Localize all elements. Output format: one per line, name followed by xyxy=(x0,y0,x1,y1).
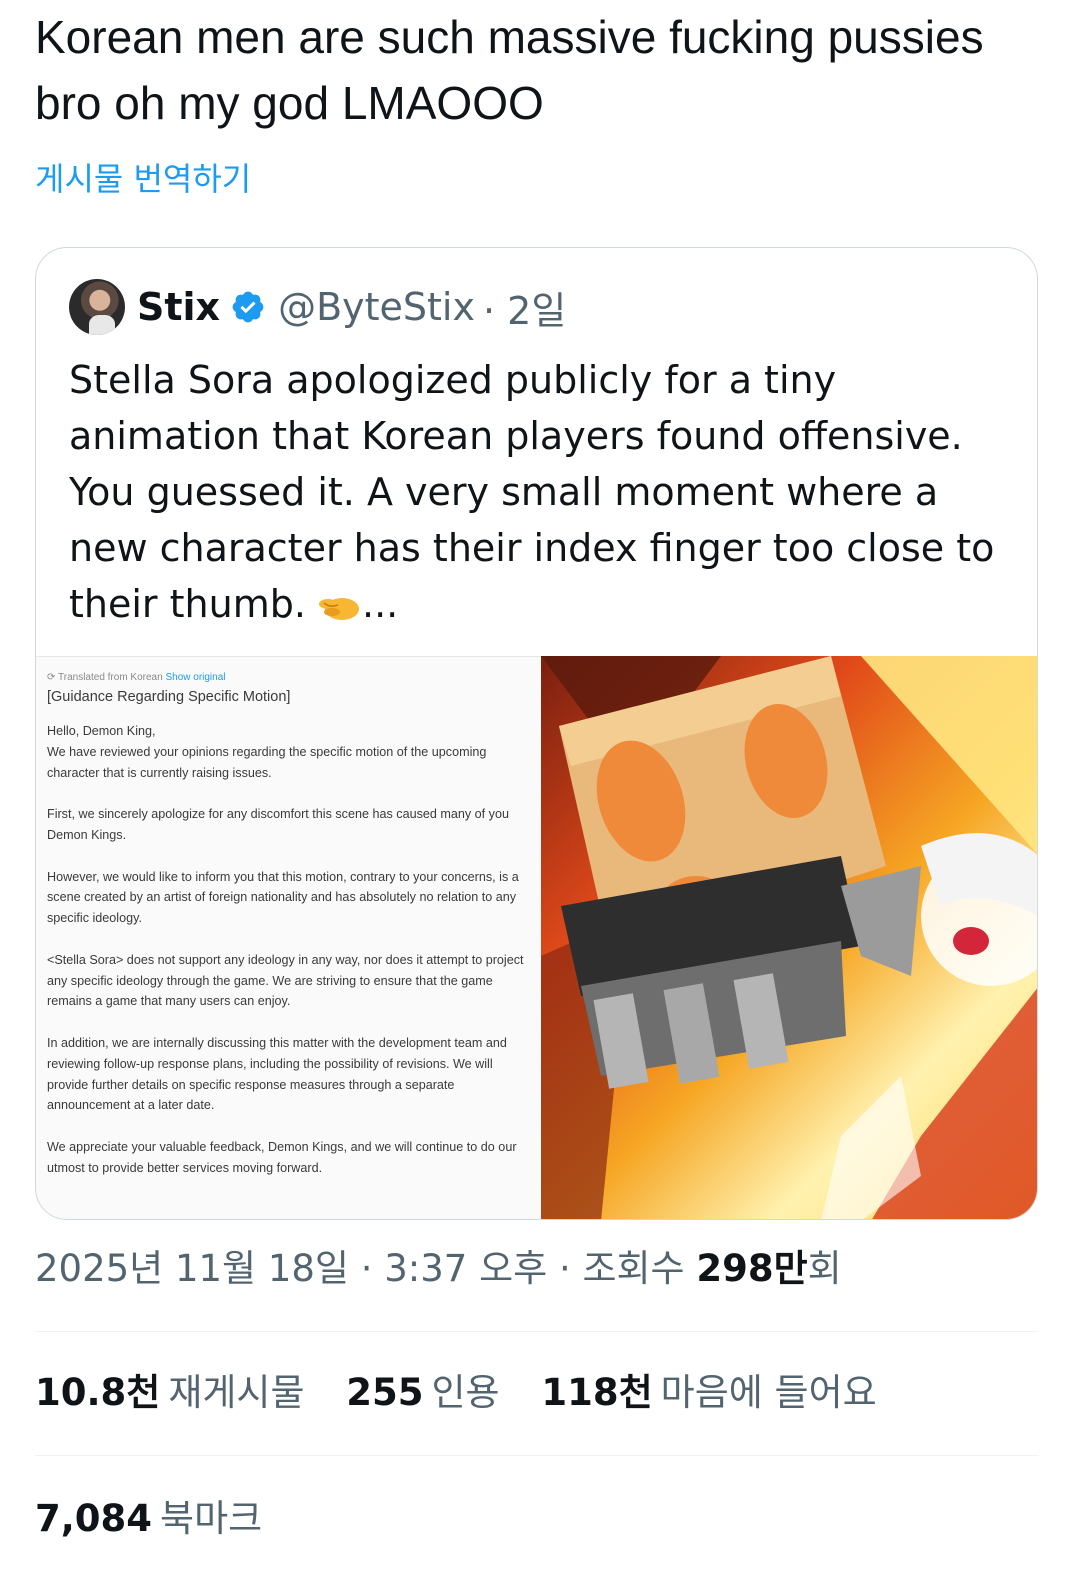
likes-stat[interactable]: 118천 마음에 들어요 xyxy=(541,1368,876,1418)
quoted-author-handle[interactable]: @ByteStix xyxy=(278,285,475,329)
quotes-label: 인용 xyxy=(431,1371,500,1414)
announcement-paragraph: Hello, Demon King, We have reviewed your… xyxy=(47,724,487,780)
verified-badge-icon xyxy=(232,291,264,323)
quoted-tweet-card[interactable]: Stix @ByteStix · 2일 Stella Sora apologiz… xyxy=(35,247,1038,1220)
announcement-paragraph: However, we would like to inform you tha… xyxy=(47,869,519,926)
announcement-screenshot[interactable]: ⟳ Translated from Korean Show original [… xyxy=(36,656,541,1219)
view-count: 298만 xyxy=(696,1247,808,1290)
show-original-link: Show original xyxy=(165,672,226,683)
tweet-text: Korean men are such massive fucking puss… xyxy=(35,11,984,129)
reposts-label: 재게시물 xyxy=(168,1371,305,1414)
quoted-tweet-time[interactable]: · 2일 xyxy=(483,280,566,335)
likes-count: 118천 xyxy=(541,1371,653,1414)
quoted-tweet-ellipsis: ... xyxy=(362,582,399,626)
bookmarks-stat[interactable]: 7,084 북마크 xyxy=(35,1494,262,1544)
announcement-paragraph: First, we sincerely apologize for any di… xyxy=(47,807,509,842)
tweet-meta: 2025년 11월 18일 · 3:37 오후 · 조회수 298만회 xyxy=(35,1244,842,1294)
translated-notice: ⟳ Translated from Korean Show original xyxy=(47,671,531,685)
announcement-title: [Guidance Regarding Specific Motion] xyxy=(47,689,291,705)
translate-post-link[interactable]: 게시물 번역하기 xyxy=(35,158,251,200)
quotes-count: 255 xyxy=(346,1371,424,1414)
quoted-tweet-header: Stix @ByteStix · 2일 xyxy=(69,278,566,336)
reposts-stat[interactable]: 10.8천 재게시물 xyxy=(35,1368,305,1418)
view-count-suffix: 회 xyxy=(807,1247,842,1290)
quoted-tweet-text: Stella Sora apologized publicly for a ti… xyxy=(69,352,1019,632)
game-animation-image[interactable] xyxy=(541,656,1037,1219)
divider xyxy=(35,1455,1039,1456)
pinching-hand-icon xyxy=(319,597,359,620)
quoted-author-name[interactable]: Stix xyxy=(137,285,220,329)
bookmarks-label: 북마크 xyxy=(160,1497,263,1540)
quoted-tweet-body: Stella Sora apologized publicly for a ti… xyxy=(69,358,995,626)
bookmarks-count: 7,084 xyxy=(35,1497,153,1540)
translated-from-label: Translated from Korean xyxy=(58,672,163,683)
announcement-paragraph: <Stella Sora> does not support any ideol… xyxy=(47,952,524,1009)
avatar[interactable] xyxy=(69,279,125,335)
quotes-stat[interactable]: 255 인용 xyxy=(346,1368,499,1418)
translate-icon: ⟳ xyxy=(47,672,56,683)
divider xyxy=(35,1331,1039,1332)
announcement-paragraph: We appreciate your valuable feedback, De… xyxy=(47,1139,517,1175)
likes-label: 마음에 들어요 xyxy=(660,1371,877,1414)
engagement-stats: 10.8천 재게시물 255 인용 118천 마음에 들어요 xyxy=(35,1368,907,1418)
announcement-paragraph: In addition, we are internally discussin… xyxy=(47,1035,507,1113)
anime-character-illustration xyxy=(541,656,1037,1219)
tweet-date[interactable]: 2025년 11월 18일 · 3:37 오후 · 조회수 xyxy=(35,1247,685,1290)
reposts-count: 10.8천 xyxy=(35,1371,161,1414)
